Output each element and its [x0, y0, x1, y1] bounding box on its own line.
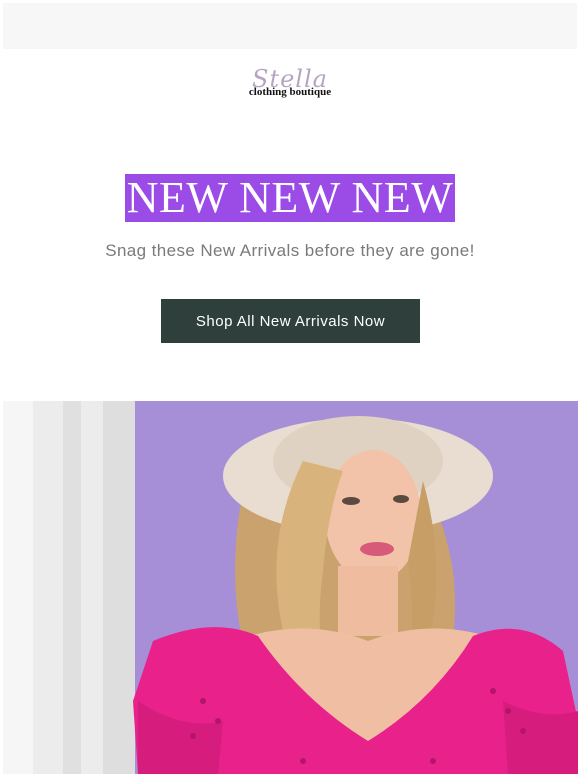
headline: NEW NEW NEW — [124, 173, 456, 222]
shop-new-arrivals-button[interactable]: Shop All New Arrivals Now — [161, 299, 420, 343]
brand-subtitle: clothing boutique — [248, 86, 332, 98]
subheadline: Snag these New Arrivals before they are … — [105, 241, 475, 260]
top-bar — [3, 3, 577, 49]
hero-image[interactable] — [3, 401, 578, 774]
brand-logo[interactable]: Stella clothing boutique — [0, 66, 580, 98]
hero-illustration — [3, 401, 578, 774]
headline-container: NEW NEW NEW — [0, 174, 580, 222]
